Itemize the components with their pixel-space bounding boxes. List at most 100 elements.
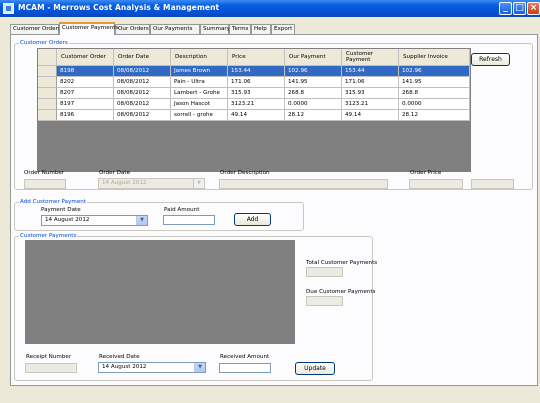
title-bar[interactable]: MCAM - Merrows Cost Analysis & Managemen… (0, 0, 540, 17)
row-header[interactable] (38, 88, 57, 99)
table-row[interactable]: 8207 08/08/2012 Lambert - Grohe 315.93 268.8… (38, 88, 470, 99)
tab-label: Export (274, 26, 293, 32)
tab-label: Help (254, 26, 267, 32)
total-payments-label: Total Customer Payments (306, 260, 378, 266)
table-cell[interactable]: 268.8 (285, 88, 342, 99)
table-cell[interactable]: 268.8 (399, 88, 470, 99)
table-cell[interactable]: 3123.21 (342, 99, 399, 110)
received-date-picker[interactable]: 14 August 2012 ▼ (98, 362, 206, 373)
table-cell[interactable]: Lambert - Grohe (171, 88, 228, 99)
chevron-down-icon[interactable]: ▼ (194, 363, 205, 372)
table-cell[interactable]: Pain - Ultra (171, 77, 228, 88)
group-title: Customer Payments (19, 233, 78, 240)
minimize-button[interactable]: _ (499, 2, 512, 15)
column-header[interactable]: Supplier Invoice (399, 49, 470, 66)
table-row[interactable]: 8197 08/08/2012 Jason Hascot 3123.21 0.0000 3… (38, 99, 470, 110)
order-description-field[interactable] (219, 179, 388, 189)
payment-date-picker[interactable]: 14 August 2012 ▼ (41, 215, 148, 226)
table-row[interactable]: 8196 08/08/2012 sorrell - grohe 49.14 28.12 4… (38, 110, 470, 121)
chevron-down-icon[interactable]: ▼ (193, 179, 204, 188)
paid-amount-field[interactable] (163, 215, 215, 225)
table-cell[interactable]: 102.96 (399, 66, 470, 77)
order-price-field[interactable] (409, 179, 463, 189)
table-cell[interactable]: 28.12 (285, 110, 342, 121)
table-cell[interactable]: 08/08/2012 (114, 99, 171, 110)
table-cell[interactable]: 49.14 (342, 110, 399, 121)
order-price-extra-field[interactable] (471, 179, 514, 189)
column-header[interactable]: Price (228, 49, 285, 66)
orders-grid[interactable]: Customer Order Order Date Description Pr… (37, 48, 471, 172)
window-title: MCAM - Merrows Cost Analysis & Managemen… (18, 3, 220, 12)
tab-customer-payments[interactable]: Customer Payments (59, 22, 119, 35)
total-payments-field[interactable] (306, 267, 343, 277)
table-cell[interactable]: 153.44 (228, 66, 285, 77)
table-cell[interactable]: Jason Hascot (171, 99, 228, 110)
grid-header: Customer Order Order Date Description Pr… (38, 49, 470, 66)
order-number-field[interactable] (24, 179, 66, 189)
table-cell[interactable]: 8198 (57, 66, 114, 77)
app-icon (3, 3, 14, 14)
table-cell[interactable]: 8207 (57, 88, 114, 99)
table-cell[interactable]: 0.0000 (285, 99, 342, 110)
column-label: Order Date (118, 54, 150, 60)
table-cell[interactable]: 141.95 (399, 77, 470, 88)
payments-grid[interactable] (25, 240, 295, 344)
table-cell[interactable]: 8202 (57, 77, 114, 88)
paid-amount-label: Paid Amount (164, 207, 200, 213)
row-header-corner (38, 49, 57, 66)
payment-date-value: 14 August 2012 (45, 217, 90, 223)
table-row[interactable]: 8198 08/08/2012 James Brown 153.44 102.96 153… (38, 66, 470, 77)
group-title: Add Customer Payment (19, 199, 88, 206)
maximize-button[interactable]: □ (513, 2, 526, 15)
column-label: Price (232, 54, 246, 60)
table-cell[interactable]: 8196 (57, 110, 114, 121)
payment-date-label: Payment Date (41, 207, 81, 213)
row-header[interactable] (38, 110, 57, 121)
column-header[interactable]: Description (171, 49, 228, 66)
received-amount-label: Received Amount (220, 354, 270, 360)
table-cell[interactable]: 315.93 (342, 88, 399, 99)
table-cell[interactable]: 49.14 (228, 110, 285, 121)
row-header[interactable] (38, 99, 57, 110)
table-cell[interactable]: 08/08/2012 (114, 110, 171, 121)
received-date-value: 14 August 2012 (102, 364, 147, 370)
row-header[interactable] (38, 77, 57, 88)
column-header[interactable]: Customer Order (57, 49, 114, 66)
row-header[interactable] (38, 66, 57, 77)
table-cell[interactable]: 3123.21 (228, 99, 285, 110)
table-cell[interactable]: James Brown (171, 66, 228, 77)
close-button[interactable]: × (527, 2, 540, 15)
table-cell[interactable]: 08/08/2012 (114, 66, 171, 77)
column-header[interactable]: Customer Payment (342, 49, 399, 66)
refresh-button[interactable]: Refresh (471, 53, 510, 66)
column-label: Customer Payment (346, 51, 374, 63)
table-cell[interactable]: 08/08/2012 (114, 88, 171, 99)
order-date-picker[interactable]: 14 August 2012 ▼ (98, 178, 205, 189)
table-cell[interactable]: 171.06 (342, 77, 399, 88)
received-amount-field[interactable] (219, 363, 271, 373)
table-cell[interactable]: 8197 (57, 99, 114, 110)
tab-label: Our Orders (118, 26, 149, 32)
update-button[interactable]: Update (295, 362, 335, 375)
receipt-number-field[interactable] (25, 363, 77, 373)
table-cell[interactable]: 141.95 (285, 77, 342, 88)
tab-label: Customer Payments (62, 25, 119, 31)
table-row[interactable]: 8202 08/08/2012 Pain - Ultra 171.06 141.95 17… (38, 77, 470, 88)
table-cell[interactable]: 08/08/2012 (114, 77, 171, 88)
received-date-label: Received Date (99, 354, 140, 360)
table-cell[interactable]: 0.0000 (399, 99, 470, 110)
table-cell[interactable]: 28.12 (399, 110, 470, 121)
add-button[interactable]: Add (234, 213, 271, 226)
chevron-down-icon[interactable]: ▼ (136, 216, 147, 225)
table-cell[interactable]: 102.96 (285, 66, 342, 77)
table-cell[interactable]: 315.93 (228, 88, 285, 99)
column-label: Customer Order (61, 54, 106, 60)
group-title: Customer Orders (19, 40, 69, 47)
table-cell[interactable]: sorrell - grohe (171, 110, 228, 121)
table-cell[interactable]: 153.44 (342, 66, 399, 77)
due-payments-field[interactable] (306, 296, 343, 306)
column-header[interactable]: Order Date (114, 49, 171, 66)
tab-label: Customer Orders (13, 26, 61, 32)
table-cell[interactable]: 171.06 (228, 77, 285, 88)
column-header[interactable]: Our Payment (285, 49, 342, 66)
